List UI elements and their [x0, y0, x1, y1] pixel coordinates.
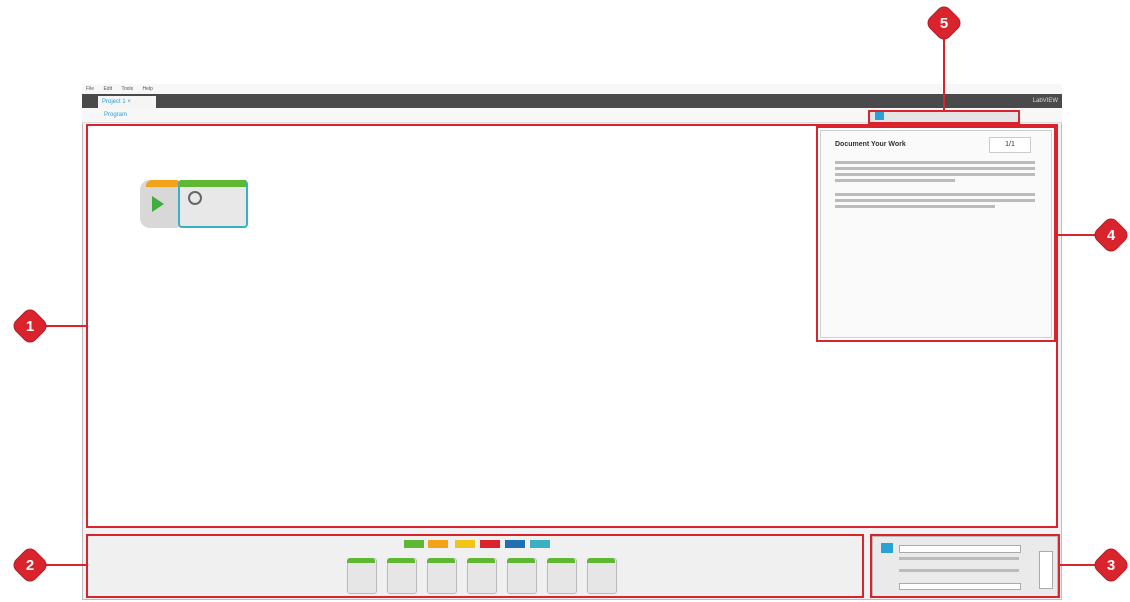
title-bar: Project 1 × LabVIEW — [82, 94, 1062, 108]
callout-region-5 — [868, 110, 1020, 124]
callout-marker-5: 5 — [925, 4, 963, 42]
callout-marker-3: 3 — [1092, 546, 1130, 584]
callout-marker-4: 4 — [1092, 216, 1130, 254]
menu-help[interactable]: Help — [143, 86, 153, 92]
menu-tools[interactable]: Tools — [121, 86, 133, 92]
callout-region-2 — [86, 534, 864, 598]
project-tab[interactable]: Project 1 × — [98, 96, 156, 108]
leader-line-5 — [943, 36, 945, 110]
menu-file[interactable]: File — [86, 86, 94, 92]
callout-marker-2: 2 — [11, 546, 49, 584]
callout-region-3 — [870, 534, 1060, 598]
brand-logo: LabVIEW — [1032, 98, 1058, 104]
callout-marker-1: 1 — [11, 307, 49, 345]
menu-bar: File Edit Tools Help — [82, 84, 1062, 94]
menu-edit[interactable]: Edit — [103, 86, 112, 92]
callout-region-4 — [816, 126, 1056, 342]
program-tab[interactable]: Program — [104, 112, 127, 118]
